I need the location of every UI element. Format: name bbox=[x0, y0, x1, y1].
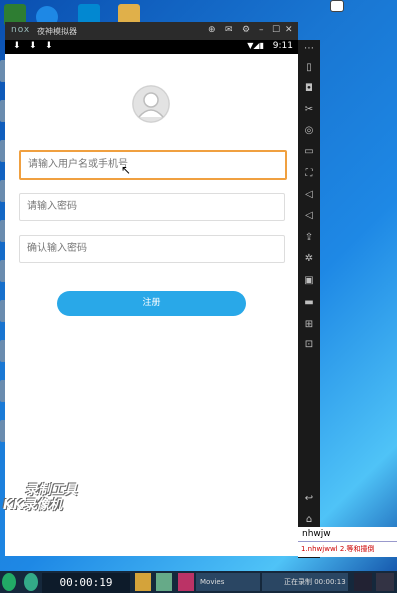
back-icon[interactable]: ↩ bbox=[302, 492, 316, 506]
close-icon[interactable]: ✕ bbox=[285, 25, 293, 35]
confirm-password-field[interactable] bbox=[19, 235, 285, 263]
taskbar-recording[interactable]: 正在录制 00:00:13 bbox=[262, 573, 348, 591]
desktop-checkbox-icon[interactable] bbox=[330, 0, 344, 12]
download-icon: ⬇ bbox=[13, 41, 21, 51]
phone-rotate-icon[interactable]: ▯ bbox=[302, 61, 316, 75]
taskbar-recording-label: 正在录制 00:00:13 bbox=[284, 578, 346, 586]
upload-icon[interactable]: ⇪ bbox=[302, 231, 316, 245]
home-icon[interactable]: ⌂ bbox=[302, 513, 316, 527]
more-dots-icon[interactable]: ⋯ bbox=[302, 42, 316, 56]
emulator-sidebar: ⋯ ▯ ◘ ✂ ◎ ▭ ⛶ ◁ ◁ ⇪ ✲ ▣ ▬ ⊞ ⊡ ↩ ⌂ bbox=[298, 40, 320, 558]
password-field[interactable] bbox=[19, 193, 285, 221]
location-icon[interactable]: ◎ bbox=[302, 124, 316, 138]
volume-down-icon[interactable]: ◁ bbox=[302, 209, 316, 223]
taskbar-movies[interactable]: Movies bbox=[196, 573, 260, 591]
taskbar-nox-icon[interactable] bbox=[354, 573, 372, 591]
register-button[interactable]: 注册 bbox=[57, 291, 246, 316]
taskbar-app-icon[interactable] bbox=[156, 573, 172, 591]
multi-instance-icon[interactable]: ⊞ bbox=[302, 318, 316, 332]
download-icon: ⬇ bbox=[45, 41, 53, 51]
more-icon[interactable]: ⊡ bbox=[302, 338, 316, 352]
ime-candidate-box[interactable]: nhwjw 1.nhwjwwl 2.等和撞倒 bbox=[298, 527, 397, 557]
screenshot-icon[interactable]: ◘ bbox=[302, 82, 316, 96]
fullscreen-icon[interactable]: ⛶ bbox=[302, 167, 316, 181]
taskbar-folder-icon[interactable] bbox=[135, 573, 151, 591]
minimize-icon[interactable]: – bbox=[259, 25, 264, 35]
pin-icon[interactable]: ⊕ bbox=[208, 25, 216, 35]
maximize-icon[interactable]: ☐ bbox=[272, 25, 280, 35]
taskbar-movies-label: Movies bbox=[200, 578, 225, 586]
video-icon[interactable]: ▬ bbox=[302, 296, 316, 310]
username-input[interactable] bbox=[21, 152, 268, 177]
username-field[interactable] bbox=[19, 150, 287, 180]
ime-typed-text: nhwjw bbox=[302, 529, 331, 539]
taskbar-ie-icon[interactable] bbox=[24, 573, 38, 591]
volume-up-icon[interactable]: ◁ bbox=[302, 188, 316, 202]
emulator-titlebar[interactable]: nox 夜神模拟器 ⊕ ✉ ⚙ – ☐ ✕ bbox=[5, 22, 298, 40]
ime-candidates[interactable]: 1.nhwjwwl 2.等和撞倒 bbox=[301, 544, 375, 554]
nox-logo: nox bbox=[11, 25, 31, 35]
download-icon: ⬇ bbox=[29, 41, 37, 51]
android-status-bar: ⬇ ⬇ ⬇ ▼◢▮ 9:11 bbox=[5, 40, 298, 54]
status-time: 9:11 bbox=[272, 41, 293, 51]
confirm-password-input[interactable] bbox=[20, 236, 267, 261]
taskbar-nox2-icon[interactable] bbox=[376, 573, 394, 591]
avatar-icon[interactable] bbox=[132, 85, 170, 123]
message-icon[interactable]: ✉ bbox=[225, 25, 233, 35]
shake-icon[interactable]: ✲ bbox=[302, 252, 316, 266]
emulator-title: 夜神模拟器 bbox=[37, 27, 77, 36]
cut-icon[interactable]: ✂ bbox=[302, 103, 316, 117]
apk-icon[interactable]: ▣ bbox=[302, 274, 316, 288]
recording-timer: 00:00:19 bbox=[42, 573, 130, 593]
mouse-cursor-icon: ↖ bbox=[121, 163, 132, 177]
taskbar-app2-icon[interactable] bbox=[178, 573, 194, 591]
settings-icon[interactable]: ⚙ bbox=[242, 25, 250, 35]
password-input[interactable] bbox=[20, 194, 267, 219]
keyboard-icon[interactable]: ▭ bbox=[302, 145, 316, 159]
ime-divider bbox=[298, 541, 397, 542]
start-button[interactable] bbox=[2, 573, 16, 591]
signal-icon: ▼◢▮ bbox=[247, 41, 264, 50]
watermark-line2: KK录像机 bbox=[3, 498, 63, 513]
